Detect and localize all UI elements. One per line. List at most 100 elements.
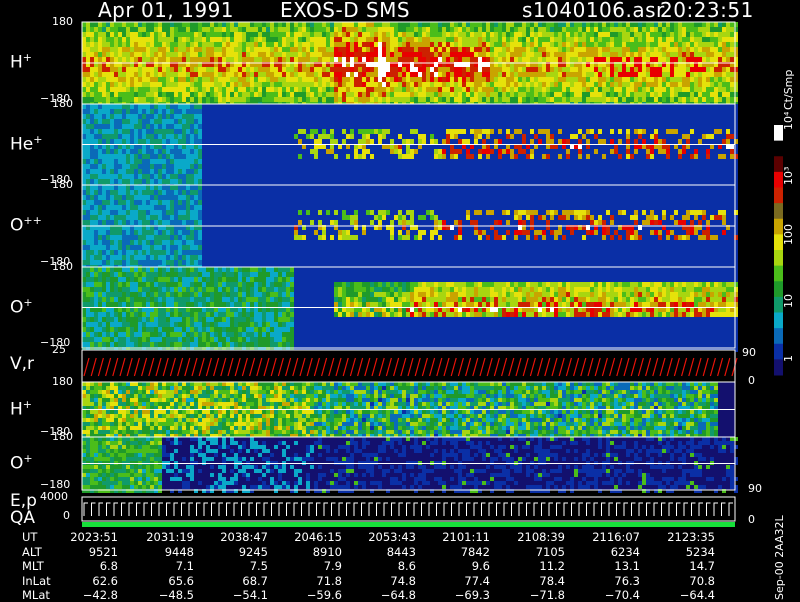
heatmap-cell — [138, 52, 142, 57]
heatmap-cell — [178, 139, 182, 144]
heatmap-cell — [210, 154, 214, 159]
heatmap-cell — [390, 37, 394, 42]
heatmap-cell — [478, 32, 482, 37]
heatmap-cell — [650, 37, 654, 42]
heatmap-cell — [662, 87, 666, 92]
heatmap-cell — [166, 159, 170, 164]
heatmap-cell — [542, 104, 546, 109]
heatmap-cell — [242, 104, 246, 109]
heatmap-cell — [570, 119, 574, 124]
heatmap-cell — [282, 27, 286, 32]
heatmap-cell — [218, 149, 222, 154]
heatmap-cell — [466, 129, 470, 134]
heatmap-cell — [458, 42, 462, 47]
heatmap-cell — [442, 67, 446, 72]
heatmap-cell — [246, 109, 250, 114]
heatmap-cell — [542, 82, 546, 87]
heatmap-cell — [266, 104, 270, 109]
heatmap-cell — [186, 149, 190, 154]
heatmap-cell — [254, 72, 258, 77]
heatmap-cell — [310, 57, 314, 62]
heatmap-cell — [626, 57, 630, 62]
heatmap-cell — [486, 179, 490, 184]
heatmap-cell — [374, 97, 378, 102]
heatmap-cell — [398, 77, 402, 82]
heatmap-cell — [218, 164, 222, 169]
heatmap-cell — [442, 32, 446, 37]
heatmap-cell — [398, 119, 402, 124]
heatmap-cell — [706, 67, 710, 72]
heatmap-cell — [346, 42, 350, 47]
heatmap-cell — [606, 97, 610, 102]
heatmap-cell — [122, 57, 126, 62]
heatmap-cell — [582, 22, 586, 27]
heatmap-cell — [154, 114, 158, 119]
heatmap-cell — [118, 149, 122, 154]
heatmap-cell — [590, 164, 594, 169]
heatmap-cell — [194, 169, 198, 174]
heatmap-cell — [558, 134, 562, 139]
heatmap-cell — [466, 92, 470, 97]
heatmap-cell — [334, 87, 338, 92]
heatmap-cell — [362, 72, 366, 77]
heatmap-cell — [214, 179, 218, 184]
heatmap-cell — [310, 139, 314, 144]
heatmap-cell — [566, 42, 570, 47]
heatmap-cell — [102, 52, 106, 57]
heatmap-cell — [410, 42, 414, 47]
heatmap-cell — [342, 77, 346, 82]
heatmap-cell — [362, 124, 366, 129]
heatmap-cell — [490, 169, 494, 174]
heatmap-cell — [594, 67, 598, 72]
heatmap-cell — [598, 32, 602, 37]
heatmap-cell — [110, 57, 114, 62]
heatmap-cell — [190, 164, 194, 169]
heatmap-cell — [254, 104, 258, 109]
heatmap-cell — [458, 114, 462, 119]
heatmap-cell — [338, 82, 342, 87]
heatmap-cell — [210, 82, 214, 87]
heatmap-cell — [82, 174, 86, 179]
heatmap-cell — [290, 109, 294, 114]
heatmap-cell — [418, 37, 422, 42]
heatmap-cell — [470, 129, 474, 134]
heatmap-cell — [226, 52, 230, 57]
heatmap-cell — [122, 92, 126, 97]
heatmap-cell — [534, 109, 538, 114]
heatmap-cell — [566, 154, 570, 159]
heatmap-cell — [274, 149, 278, 154]
heatmap-cell — [274, 139, 278, 144]
heatmap-cell — [138, 154, 142, 159]
heatmap-cell — [94, 77, 98, 82]
heatmap-cell — [330, 119, 334, 124]
heatmap-cell — [334, 92, 338, 97]
heatmap-cell — [586, 37, 590, 42]
heatmap-cell — [354, 57, 358, 62]
heatmap-cell — [414, 87, 418, 92]
heatmap-cell — [86, 169, 90, 174]
heatmap-cell — [370, 82, 374, 87]
heatmap-cell — [294, 67, 298, 72]
heatmap-cell — [86, 159, 90, 164]
heatmap-cell — [422, 37, 426, 42]
heatmap-cell — [354, 82, 358, 87]
heatmap-cell — [630, 57, 634, 62]
heatmap-cell — [378, 124, 382, 129]
heatmap-cell — [202, 159, 206, 164]
heatmap-cell — [490, 174, 494, 179]
heatmap-cell — [222, 154, 226, 159]
heatmap-cell — [430, 47, 434, 52]
heatmap-cell — [346, 129, 350, 134]
heatmap-cell — [446, 42, 450, 47]
heatmap-cell — [602, 52, 606, 57]
heatmap-cell — [158, 114, 162, 119]
heatmap-cell — [670, 92, 674, 97]
heatmap-cell — [574, 109, 578, 114]
heatmap-cell — [82, 114, 86, 119]
heatmap-cell — [162, 52, 166, 57]
heatmap-cell — [118, 57, 122, 62]
heatmap-cell — [290, 149, 294, 154]
heatmap-cell — [494, 72, 498, 77]
heatmap-cell — [554, 159, 558, 164]
heatmap-cell — [582, 27, 586, 32]
